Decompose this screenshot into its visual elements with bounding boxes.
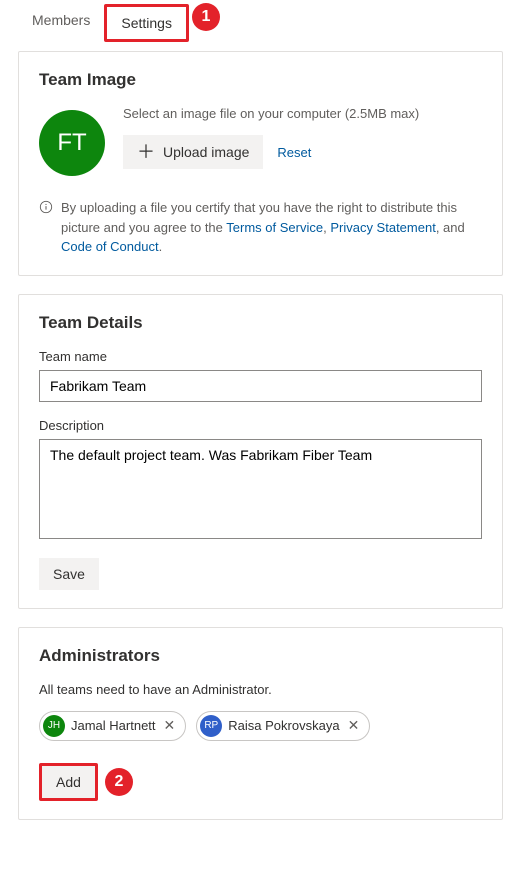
plus-icon: ＋ [137,143,155,161]
certify-sep2: , and [436,220,465,235]
administrators-card: Administrators All teams need to have an… [18,627,503,820]
team-name-input[interactable] [39,370,482,402]
upload-image-button[interactable]: ＋ Upload image [123,135,263,169]
reset-link[interactable]: Reset [277,145,311,160]
team-image-card: Team Image FT Select an image file on yo… [18,51,503,276]
remove-admin-button[interactable]: ✕ [162,717,178,734]
administrators-heading: Administrators [39,646,482,666]
upload-image-label: Upload image [163,144,249,160]
tab-members[interactable]: Members [18,4,104,42]
upload-column: Select an image file on your computer (2… [123,106,482,169]
privacy-link[interactable]: Privacy Statement [330,220,436,235]
admin-chips: JH Jamal Hartnett ✕ RP Raisa Pokrovskaya ✕ [39,711,482,741]
team-details-heading: Team Details [39,313,482,333]
tab-settings[interactable]: Settings [107,7,186,39]
team-image-row: FT Select an image file on your computer… [39,106,482,176]
upload-hint: Select an image file on your computer (2… [123,106,482,121]
remove-admin-button[interactable]: ✕ [346,717,362,734]
admin-chip-name: Raisa Pokrovskaya [228,718,339,733]
team-details-card: Team Details Team name Description The d… [18,294,503,609]
add-administrator-button[interactable]: Add [42,766,95,798]
callout-2: 2 [105,768,133,796]
admin-chip-name: Jamal Hartnett [71,718,156,733]
admin-chip[interactable]: JH Jamal Hartnett ✕ [39,711,186,741]
save-button[interactable]: Save [39,558,99,590]
tos-link[interactable]: Terms of Service [226,220,323,235]
info-icon [39,200,53,214]
upload-button-row: ＋ Upload image Reset [123,135,482,169]
coc-link[interactable]: Code of Conduct [61,239,159,254]
certify-period: . [159,239,163,254]
admin-chip-avatar: JH [43,715,65,737]
team-avatar: FT [39,110,105,176]
admin-chip-avatar: RP [200,715,222,737]
description-input[interactable]: The default project team. Was Fabrikam F… [39,439,482,539]
team-name-label: Team name [39,349,482,364]
description-label: Description [39,418,482,433]
callout-1: 1 [192,3,220,31]
add-highlight: Add 2 [39,763,98,801]
tab-bar: Members Settings 1 [0,0,521,43]
settings-highlight: Settings 1 [104,4,189,42]
administrators-subtext: All teams need to have an Administrator. [39,682,482,697]
admin-chip[interactable]: RP Raisa Pokrovskaya ✕ [196,711,370,741]
certify-text: By uploading a file you certify that you… [61,198,482,257]
certify-row: By uploading a file you certify that you… [39,198,482,257]
team-image-heading: Team Image [39,70,482,90]
